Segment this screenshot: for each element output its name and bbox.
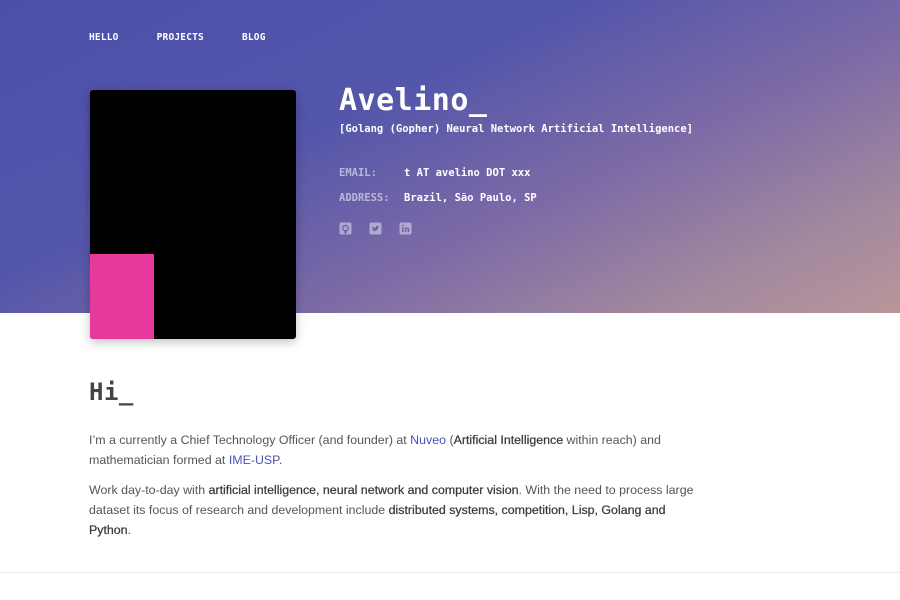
address-value: Brazil, São Paulo, SP [404,192,537,204]
linkedin-icon[interactable] [399,222,412,235]
p1-text-2: ( [446,433,454,447]
github-icon[interactable] [339,222,352,235]
ime-usp-link[interactable]: IME-USP [229,453,279,467]
intro-paragraph-2: Work day-to-day with artificial intellig… [89,480,709,540]
profile-tagline: [Golang (Gopher) Neural Network Artifici… [339,123,694,135]
nav-blog[interactable]: BLOG [242,32,266,43]
intro-heading: Hi_ [89,378,134,406]
nuveo-link[interactable]: Nuveo [410,433,446,447]
address-label: ADDRESS: [339,192,390,204]
twitter-icon[interactable] [369,222,382,235]
p2-text-3: . [127,523,132,537]
social-links [339,222,429,235]
p1-bold-1: Artificial Intelligence [453,433,564,447]
avatar-accent-block [90,254,154,339]
p1-text-4: . [278,453,283,467]
address-row: ADDRESS: Brazil, São Paulo, SP [339,192,537,204]
email-label: EMAIL: [339,167,377,179]
email-row: EMAIL: t AT avelino DOT xxx [339,167,530,179]
top-nav: HELLO PROJECTS BLOG [89,32,304,43]
footer-divider [0,572,900,573]
p2-text-1: Work day-to-day with [89,483,209,497]
email-value: t AT avelino DOT xxx [404,167,531,179]
intro-section: Hi_ I’m a currently a Chief Technology O… [89,378,709,540]
p1-text-1: I’m a currently a Chief Technology Offic… [89,433,411,447]
p2-bold-1: artificial intelligence, neural network … [208,483,519,497]
profile-info: Avelino_ [Golang (Gopher) Neural Network… [339,83,694,136]
nav-projects[interactable]: PROJECTS [157,32,204,43]
avatar [90,90,296,339]
profile-name: Avelino_ [339,83,488,118]
nav-hello[interactable]: HELLO [89,32,119,43]
intro-paragraph-1: I’m a currently a Chief Technology Offic… [89,430,709,470]
